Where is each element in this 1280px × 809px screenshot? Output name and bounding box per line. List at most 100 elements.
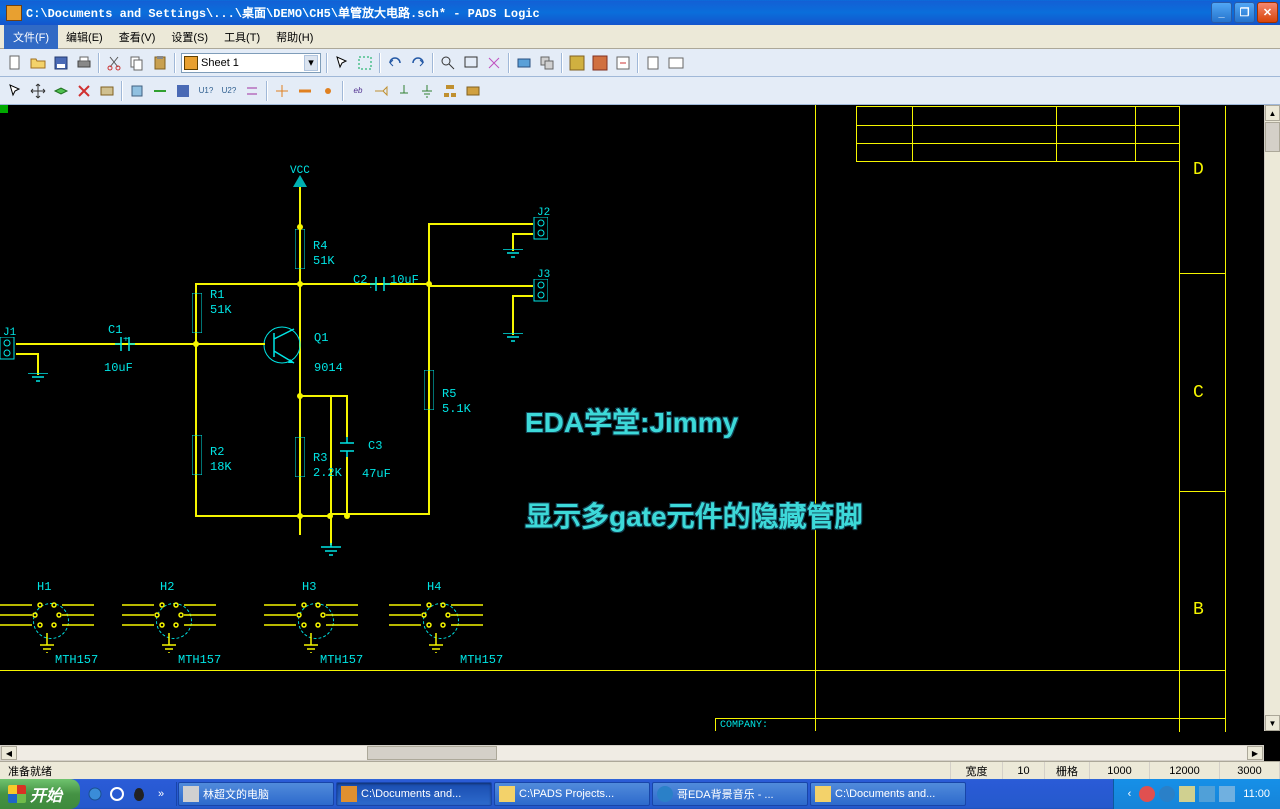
task3-label: C:\PADS Projects... bbox=[519, 788, 614, 800]
scroll-left-icon[interactable]: ◀ bbox=[1, 746, 17, 760]
task-mycomputer[interactable]: 林超文的电脑 bbox=[178, 782, 334, 806]
u1-icon[interactable]: U1? bbox=[195, 80, 217, 102]
r3-val: 2.2K bbox=[313, 466, 342, 480]
minimize-button[interactable]: _ bbox=[1211, 2, 1232, 23]
maximize-button[interactable]: ❐ bbox=[1234, 2, 1255, 23]
sheet-selector[interactable]: Sheet 1 ▾ bbox=[181, 53, 321, 73]
sheet-name: Sheet 1 bbox=[201, 57, 239, 69]
save-sheet-icon[interactable] bbox=[172, 80, 194, 102]
properties-icon[interactable] bbox=[96, 80, 118, 102]
duplicate-icon[interactable] bbox=[50, 80, 72, 102]
schematic-canvas[interactable]: D C B COMPANY: VCC J1 + C1 10uF bbox=[0, 105, 1280, 761]
swap-icon[interactable] bbox=[241, 80, 263, 102]
h1-val: MTH157 bbox=[55, 653, 98, 667]
ie-icon[interactable] bbox=[84, 782, 106, 806]
ground-icon[interactable] bbox=[416, 80, 438, 102]
copy-icon[interactable] bbox=[126, 52, 148, 74]
r4-val: 51K bbox=[313, 254, 335, 268]
windows-logo-icon bbox=[8, 785, 26, 803]
start-button[interactable]: 开始 bbox=[0, 779, 80, 809]
add-part-icon[interactable] bbox=[126, 80, 148, 102]
sheet-icon bbox=[184, 56, 198, 70]
q1-ref: Q1 bbox=[314, 331, 328, 345]
system-tray: ‹ 11:00 bbox=[1113, 779, 1280, 809]
select-icon[interactable] bbox=[331, 52, 353, 74]
c1-ref: C1 bbox=[108, 323, 122, 337]
redraw-icon[interactable] bbox=[483, 52, 505, 74]
task-music[interactable]: 哥EDA背景音乐 - ... bbox=[652, 782, 808, 806]
horizontal-scrollbar[interactable]: ◀ ▶ bbox=[0, 745, 1264, 761]
add-junction-icon[interactable] bbox=[317, 80, 339, 102]
add-net-icon[interactable] bbox=[149, 80, 171, 102]
u2-icon[interactable]: U2? bbox=[218, 80, 240, 102]
h3-val: MTH157 bbox=[320, 653, 363, 667]
paste-icon[interactable] bbox=[149, 52, 171, 74]
menu-setup[interactable]: 设置(S) bbox=[163, 26, 216, 48]
expand-ql-icon[interactable]: » bbox=[150, 782, 172, 806]
menu-edit[interactable]: 编辑(E) bbox=[58, 26, 111, 48]
new-file-icon[interactable] bbox=[4, 52, 26, 74]
zoom-window-icon[interactable] bbox=[460, 52, 482, 74]
task-projects[interactable]: C:\PADS Projects... bbox=[494, 782, 650, 806]
print-icon[interactable] bbox=[73, 52, 95, 74]
quick-launch: » bbox=[80, 782, 177, 806]
offpage-icon[interactable] bbox=[370, 80, 392, 102]
connection-icon[interactable] bbox=[271, 80, 293, 102]
c3-ref: C3 bbox=[368, 439, 382, 453]
redo-icon[interactable] bbox=[407, 52, 429, 74]
close-button[interactable]: ✕ bbox=[1257, 2, 1278, 23]
scroll-thumb-v[interactable] bbox=[1265, 122, 1280, 152]
zoom-icon[interactable] bbox=[437, 52, 459, 74]
netlist-out-icon[interactable] bbox=[612, 52, 634, 74]
area-select-icon[interactable] bbox=[354, 52, 376, 74]
delete-icon[interactable] bbox=[73, 80, 95, 102]
netname-icon[interactable]: eb bbox=[347, 80, 369, 102]
scroll-down-icon[interactable]: ▼ bbox=[1265, 715, 1280, 731]
pads-router-icon[interactable] bbox=[589, 52, 611, 74]
desktop-icon[interactable] bbox=[106, 782, 128, 806]
task-pads[interactable]: C:\Documents and... bbox=[336, 782, 492, 806]
menu-file[interactable]: 文件(F) bbox=[4, 25, 58, 49]
task2-label: C:\Documents and... bbox=[361, 788, 461, 800]
h2-val: MTH157 bbox=[178, 653, 221, 667]
report-icon[interactable] bbox=[642, 52, 664, 74]
scroll-up-icon[interactable]: ▲ bbox=[1265, 105, 1280, 121]
pads-layout-icon[interactable] bbox=[566, 52, 588, 74]
menu-help[interactable]: 帮助(H) bbox=[268, 26, 321, 48]
r3-ref: R3 bbox=[313, 451, 327, 465]
cut-icon[interactable] bbox=[103, 52, 125, 74]
company-label: COMPANY: bbox=[720, 720, 768, 731]
bus-icon[interactable] bbox=[294, 80, 316, 102]
chevron-down-icon[interactable]: ▾ bbox=[304, 55, 318, 71]
annotation-text-2: 显示多gate元件的隐藏管脚 bbox=[525, 495, 863, 535]
h1-ref: H1 bbox=[37, 580, 51, 594]
power-icon[interactable] bbox=[393, 80, 415, 102]
svg-text:+: + bbox=[370, 283, 372, 291]
vertical-scrollbar[interactable]: ▲ ▼ bbox=[1264, 105, 1280, 731]
save-icon[interactable] bbox=[50, 52, 72, 74]
scroll-thumb-h[interactable] bbox=[367, 746, 497, 760]
hierarchy-icon[interactable] bbox=[439, 80, 461, 102]
menu-tools[interactable]: 工具(T) bbox=[216, 26, 268, 48]
open-file-icon[interactable] bbox=[27, 52, 49, 74]
task-docs[interactable]: C:\Documents and... bbox=[810, 782, 966, 806]
move-icon[interactable] bbox=[27, 80, 49, 102]
tray-expand-icon[interactable]: ‹ bbox=[1128, 788, 1132, 800]
taskbar: 开始 » 林超文的电脑 C:\Documents and... C:\PADS … bbox=[0, 779, 1280, 809]
window-titlebar: C:\Documents and Settings\...\桌面\DEMO\CH… bbox=[0, 0, 1280, 25]
scroll-right-icon[interactable]: ▶ bbox=[1247, 746, 1263, 760]
menu-view[interactable]: 查看(V) bbox=[111, 26, 164, 48]
border-letter-b: B bbox=[1193, 600, 1204, 620]
select-mode-icon[interactable] bbox=[4, 80, 26, 102]
field-icon[interactable] bbox=[462, 80, 484, 102]
qq-icon[interactable] bbox=[128, 782, 150, 806]
status-y: 3000 bbox=[1220, 762, 1280, 779]
tray-clock[interactable]: 11:00 bbox=[1243, 788, 1270, 800]
status-width-label: 宽度 bbox=[951, 762, 1003, 779]
undo-icon[interactable] bbox=[384, 52, 406, 74]
link-icon[interactable] bbox=[513, 52, 535, 74]
status-x: 12000 bbox=[1150, 762, 1220, 779]
status-grid-label: 栅格 bbox=[1045, 762, 1090, 779]
cascade-icon[interactable] bbox=[536, 52, 558, 74]
output-window-icon[interactable] bbox=[665, 52, 687, 74]
